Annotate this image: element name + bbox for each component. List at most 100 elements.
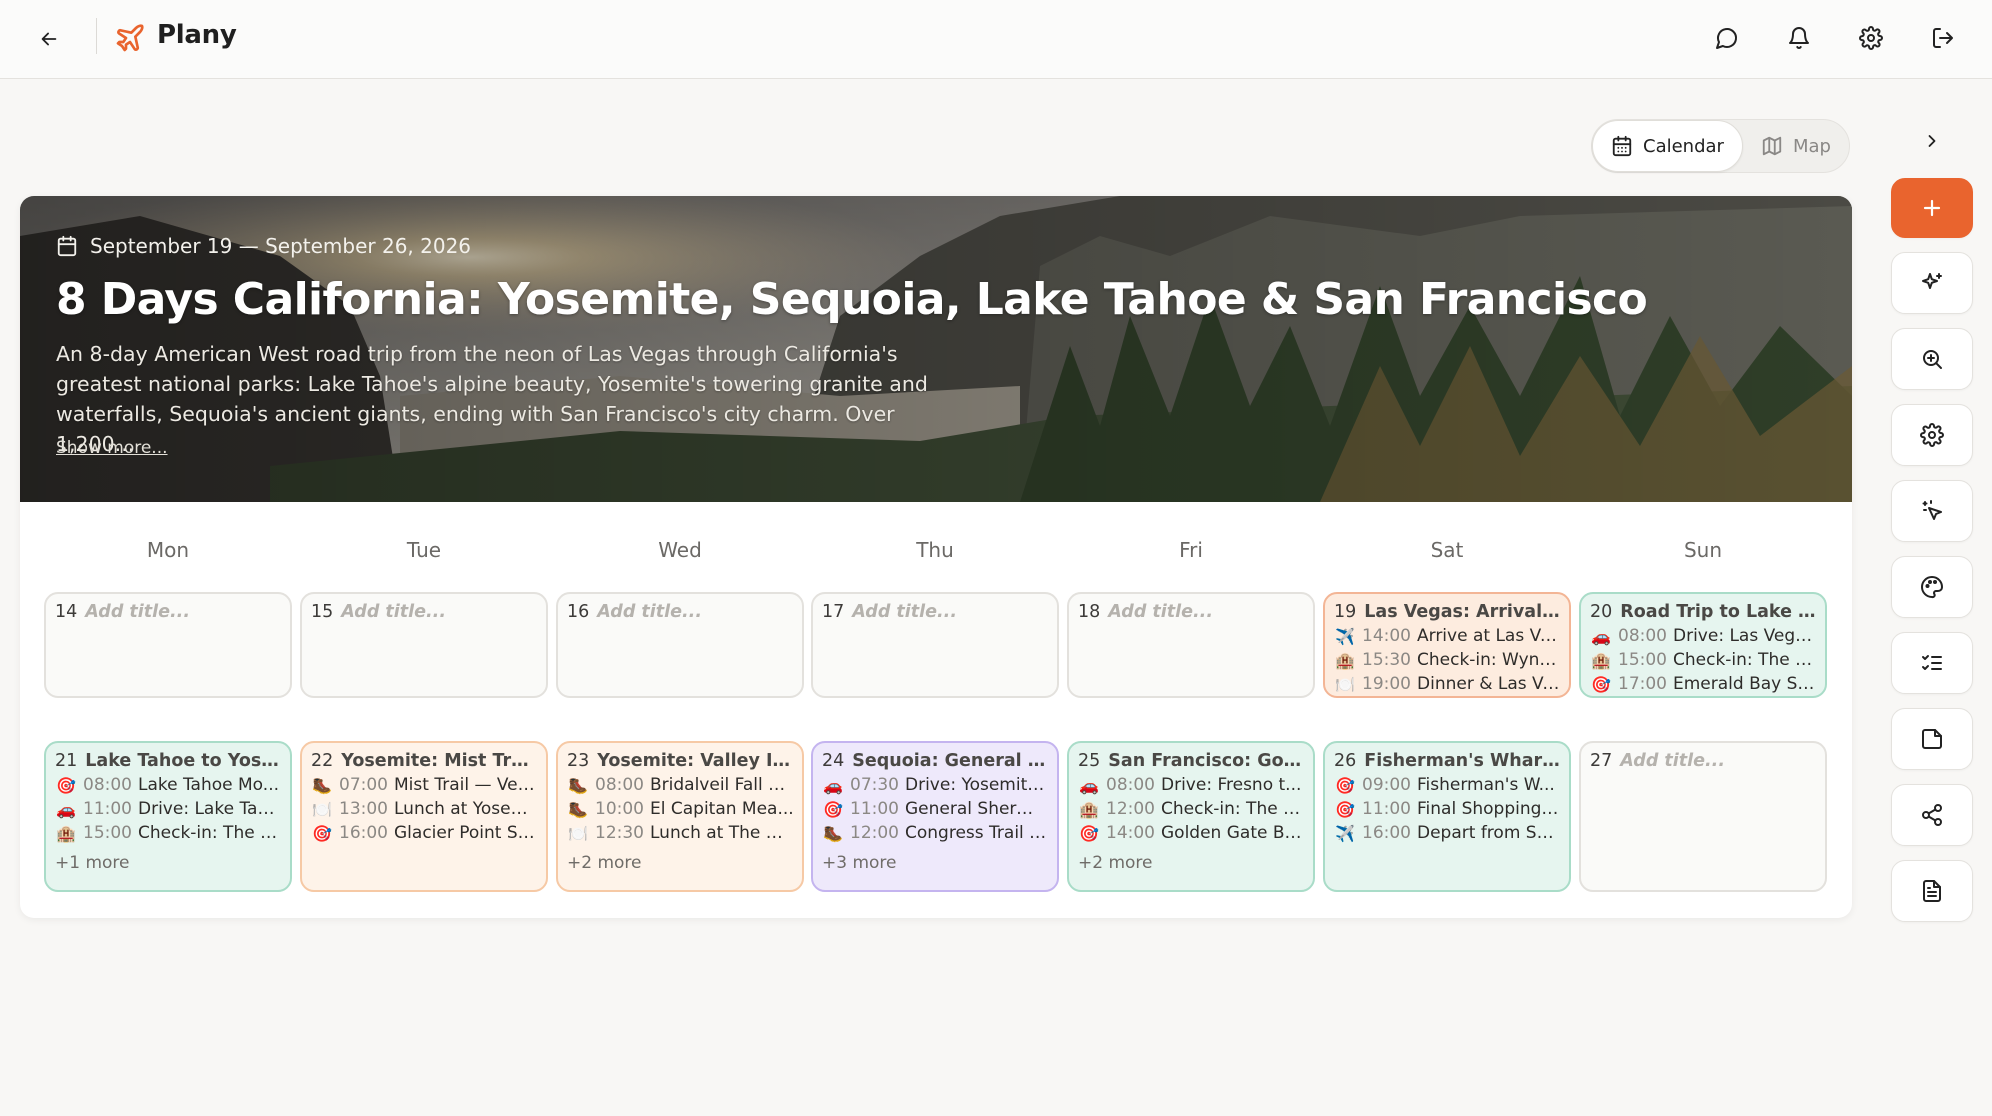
event-time: 08:00	[83, 775, 132, 795]
magic-wand-button[interactable]	[1891, 480, 1973, 542]
event-item[interactable]: 🍽️ 13:00 Lunch at Yosem...	[311, 799, 538, 819]
bell-icon[interactable]	[1779, 18, 1819, 58]
event-item[interactable]: 🥾 08:00 Bridalveil Fall M...	[567, 775, 794, 795]
chat-icon[interactable]	[1707, 18, 1747, 58]
day-cell-15[interactable]: 15 Add title...	[300, 592, 548, 698]
event-item[interactable]: 🎯 11:00 Final Shopping ...	[1334, 799, 1561, 819]
day-cell-14[interactable]: 14 Add title...	[44, 592, 292, 698]
more-events-link[interactable]: +3 more	[822, 853, 1049, 873]
event-item[interactable]: 🚗 08:00 Drive: Fresno t...	[1078, 775, 1305, 795]
event-name: Depart from Sa...	[1417, 823, 1561, 843]
event-name: Bridalveil Fall M...	[650, 775, 794, 795]
day-cell-22[interactable]: 22 Yosemite: Mist Trail ... 🥾 07:00 Mist Tr…	[300, 741, 548, 892]
hotel-icon: 🏨	[1079, 799, 1099, 819]
car-icon: 🚗	[823, 775, 843, 795]
event-item[interactable]: 🎯 09:00 Fisherman's W...	[1334, 775, 1561, 795]
event-item[interactable]: 🏨 15:00 Check-in: The A...	[55, 823, 282, 843]
event-name: Check-in: Wynn...	[1417, 650, 1561, 670]
event-item[interactable]: 🏨 15:30 Check-in: Wynn...	[1334, 650, 1561, 670]
palette-icon	[1921, 576, 1943, 599]
notes-button[interactable]	[1891, 708, 1973, 770]
event-item[interactable]: 🏨 15:00 Check-in: The R...	[1590, 650, 1817, 670]
target-icon: 🎯	[312, 823, 332, 843]
document-button[interactable]	[1891, 860, 1973, 922]
theme-button[interactable]	[1891, 556, 1973, 618]
event-item[interactable]: ✈️ 14:00 Arrive at Las Ve...	[1334, 626, 1561, 646]
show-more-link[interactable]: Show more...	[56, 438, 168, 458]
event-item[interactable]: ✈️ 16:00 Depart from Sa...	[1334, 823, 1561, 843]
gear-icon[interactable]	[1851, 18, 1891, 58]
target-icon: 🎯	[56, 775, 76, 795]
event-item[interactable]: 🚗 08:00 Drive: Las Vega...	[1590, 626, 1817, 646]
day-number: 21	[55, 751, 78, 771]
checklist-icon	[1922, 655, 1942, 670]
event-time: 11:00	[850, 799, 899, 819]
day-cell-16[interactable]: 16 Add title...	[556, 592, 804, 698]
day-cell-20[interactable]: 20 Road Trip to Lake Ta... 🚗 08:00 Drive: L…	[1579, 592, 1827, 698]
day-title-placeholder[interactable]: Add title...	[85, 602, 190, 622]
more-events-link[interactable]: +2 more	[567, 853, 794, 873]
day-cell-23[interactable]: 23 Yosemite: Valley Ico... 🥾 08:00 Bridalve…	[556, 741, 804, 892]
day-cell-25[interactable]: 25 San Francisco: Gold... 🚗 08:00 Drive: Fr…	[1067, 741, 1315, 892]
day-title[interactable]: Fisherman's Wharf ...	[1364, 751, 1561, 771]
calendar-view-button[interactable]: Calendar	[1592, 120, 1743, 172]
day-cell-27[interactable]: 27 Add title...	[1579, 741, 1827, 892]
day-title[interactable]: San Francisco: Gold...	[1108, 751, 1305, 771]
trip-description: An 8-day American West road trip from th…	[56, 342, 928, 456]
car-icon: 🚗	[1591, 626, 1611, 646]
day-number: 27	[1590, 751, 1613, 771]
share-button[interactable]	[1891, 784, 1973, 846]
boot-icon: 🥾	[312, 775, 332, 795]
day-cell-18[interactable]: 18 Add title...	[1067, 592, 1315, 698]
day-title[interactable]: Las Vegas: Arrival & ...	[1364, 602, 1561, 622]
event-item[interactable]: 🍽️ 12:30 Lunch at The Ah...	[567, 823, 794, 843]
collapse-panel-chevron-icon[interactable]	[1912, 121, 1952, 161]
checklist-button[interactable]	[1891, 632, 1973, 694]
target-icon: 🎯	[1079, 823, 1099, 843]
back-arrow-icon[interactable]	[30, 20, 68, 58]
event-name: Glacier Point Su...	[394, 823, 538, 843]
airplane-icon: ✈️	[1335, 626, 1355, 646]
share-icon	[1922, 804, 1942, 826]
day-title-placeholder[interactable]: Add title...	[597, 602, 702, 622]
event-item[interactable]: 🥾 12:00 Congress Trail L...	[822, 823, 1049, 843]
day-title[interactable]: Yosemite: Mist Trail ...	[341, 751, 538, 771]
day-title-placeholder[interactable]: Add title...	[852, 602, 957, 622]
more-events-link[interactable]: +1 more	[55, 853, 282, 873]
day-number: 17	[822, 602, 845, 622]
day-cell-26[interactable]: 26 Fisherman's Wharf ... 🎯 09:00 Fisherman'…	[1323, 741, 1571, 892]
event-item[interactable]: 🎯 11:00 General Sherma...	[822, 799, 1049, 819]
event-item[interactable]: 🎯 14:00 Golden Gate Bri...	[1078, 823, 1305, 843]
boot-icon: 🥾	[568, 799, 588, 819]
event-item[interactable]: 🍽️ 19:00 Dinner & Las Ve...	[1334, 674, 1561, 694]
event-item[interactable]: 🥾 10:00 El Capitan Mea...	[567, 799, 794, 819]
day-cell-19[interactable]: 19 Las Vegas: Arrival & ... ✈️ 14:00 Arrive…	[1323, 592, 1571, 698]
day-title-placeholder[interactable]: Add title...	[1108, 602, 1213, 622]
day-number: 15	[311, 602, 334, 622]
event-item[interactable]: 🏨 12:00 Check-in: The S...	[1078, 799, 1305, 819]
day-cell-21[interactable]: 21 Lake Tahoe to Yosem... 🎯 08:00 Lake Taho…	[44, 741, 292, 892]
map-view-button[interactable]: Map	[1743, 120, 1849, 172]
day-title-placeholder[interactable]: Add title...	[341, 602, 446, 622]
add-button[interactable]	[1891, 178, 1973, 238]
event-item[interactable]: 🎯 16:00 Glacier Point Su...	[311, 823, 538, 843]
event-item[interactable]: 🚗 07:30 Drive: Yosemite...	[822, 775, 1049, 795]
day-title[interactable]: Sequoia: General Sh...	[852, 751, 1049, 771]
logout-icon[interactable]	[1923, 18, 1963, 58]
trip-settings-button[interactable]	[1891, 404, 1973, 466]
event-item[interactable]: 🎯 08:00 Lake Tahoe Mo...	[55, 775, 282, 795]
event-time: 15:00	[1618, 650, 1667, 670]
ai-sparkle-button[interactable]	[1891, 252, 1973, 314]
trip-title[interactable]: 8 Days California: Yosemite, Sequoia, La…	[56, 274, 1648, 325]
day-cell-24[interactable]: 24 Sequoia: General Sh... 🚗 07:30 Drive: Yo…	[811, 741, 1059, 892]
day-title[interactable]: Lake Tahoe to Yosem...	[85, 751, 282, 771]
day-title-placeholder[interactable]: Add title...	[1620, 751, 1725, 771]
zoom-button[interactable]	[1891, 328, 1973, 390]
event-item[interactable]: 🚗 11:00 Drive: Lake Taho...	[55, 799, 282, 819]
event-item[interactable]: 🥾 07:00 Mist Trail — Ver...	[311, 775, 538, 795]
event-item[interactable]: 🎯 17:00 Emerald Bay Su...	[1590, 674, 1817, 694]
day-cell-17[interactable]: 17 Add title...	[811, 592, 1059, 698]
more-events-link[interactable]: +2 more	[1078, 853, 1305, 873]
day-title[interactable]: Yosemite: Valley Ico...	[597, 751, 794, 771]
day-title[interactable]: Road Trip to Lake Ta...	[1620, 602, 1817, 622]
